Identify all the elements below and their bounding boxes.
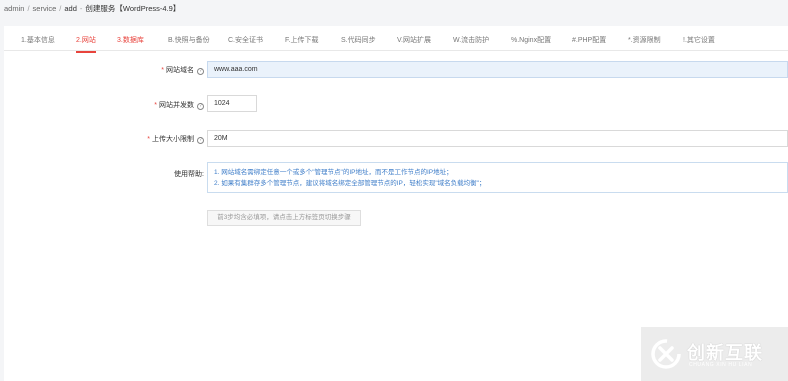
upload-limit-input[interactable]: 20M [207,130,788,147]
upload-limit-label-text: 上传大小限制 [152,136,194,143]
watermark: 创新互联 CHUANG XIN HU LIAN [641,327,788,381]
concurrency-label-text: 网站并发数 [159,102,194,109]
tab-flood-protection[interactable]: W.流击防护 [453,35,489,45]
tab-snapshot-backup[interactable]: B.快照与备份 [168,35,210,45]
tab-php-config[interactable]: #.PHP配置 [572,35,606,45]
breadcrumb-service[interactable]: service [33,4,57,13]
tab-resource-limits[interactable]: *.资源限制 [628,35,661,45]
tab-code-sync[interactable]: S.代码同步 [341,35,376,45]
required-mark: * [161,67,164,74]
tab-ssl-certificate[interactable]: C.安全证书 [228,35,263,45]
brand-logo-icon [651,339,681,369]
step-hint-button[interactable]: 前3步均含必填项，请点击上方标签页切换步骤 [207,210,361,226]
breadcrumb-admin[interactable]: admin [4,4,24,13]
domain-label: * 网站域名? [161,65,204,75]
breadcrumb-dash: - [79,4,83,13]
help-line-1: 1. 网站域名需绑定任意一个或多个"管理节点"的IP地址，而不是工作节点的IP地… [214,169,453,176]
breadcrumb-current: 创建服务【WordPress-4.9】 [85,4,181,13]
tab-basic-info[interactable]: 1.基本信息 [21,35,55,45]
concurrency-label: * 网站并发数? [154,100,204,110]
help-label: 使用帮助: [174,171,204,178]
breadcrumb-add[interactable]: add [64,4,77,13]
tab-nginx-config[interactable]: %.Nginx配置 [511,35,551,45]
breadcrumb: admin / service / add - 创建服务【WordPress-4.9】 [4,3,180,15]
help-circle-icon[interactable]: ? [197,68,204,75]
required-mark: * [154,102,157,109]
watermark-subtitle: CHUANG XIN HU LIAN [689,362,753,368]
step-tabs: 1.基本信息 2.网站 3.数据库 B.快照与备份 C.安全证书 F.上传下载 … [4,26,788,53]
domain-label-text: 网站域名 [166,67,194,74]
tab-site-extensions[interactable]: V.网站扩展 [397,35,431,45]
required-mark: * [147,136,150,143]
help-circle-icon[interactable]: ? [197,103,204,110]
breadcrumb-separator: / [59,4,62,13]
tab-upload-download[interactable]: F.上传下载 [285,35,318,45]
tab-other-settings[interactable]: !.其它设置 [683,35,715,45]
domain-input[interactable]: www.aaa.com [207,61,788,78]
breadcrumb-separator: / [27,4,30,13]
tab-database[interactable]: 3.数据库 [117,35,144,45]
tab-website[interactable]: 2.网站 [76,35,96,53]
help-box: 1. 网站域名需绑定任意一个或多个"管理节点"的IP地址，而不是工作节点的IP地… [207,162,788,193]
help-circle-icon[interactable]: ? [197,137,204,144]
help-line-2: 2. 如果有集群存多个管理节点，建议将域名绑定全部管理节点的IP，轻松实现"域名… [214,180,486,187]
concurrency-input[interactable]: 1024 [207,95,257,112]
upload-limit-label: * 上传大小限制? [147,134,204,144]
